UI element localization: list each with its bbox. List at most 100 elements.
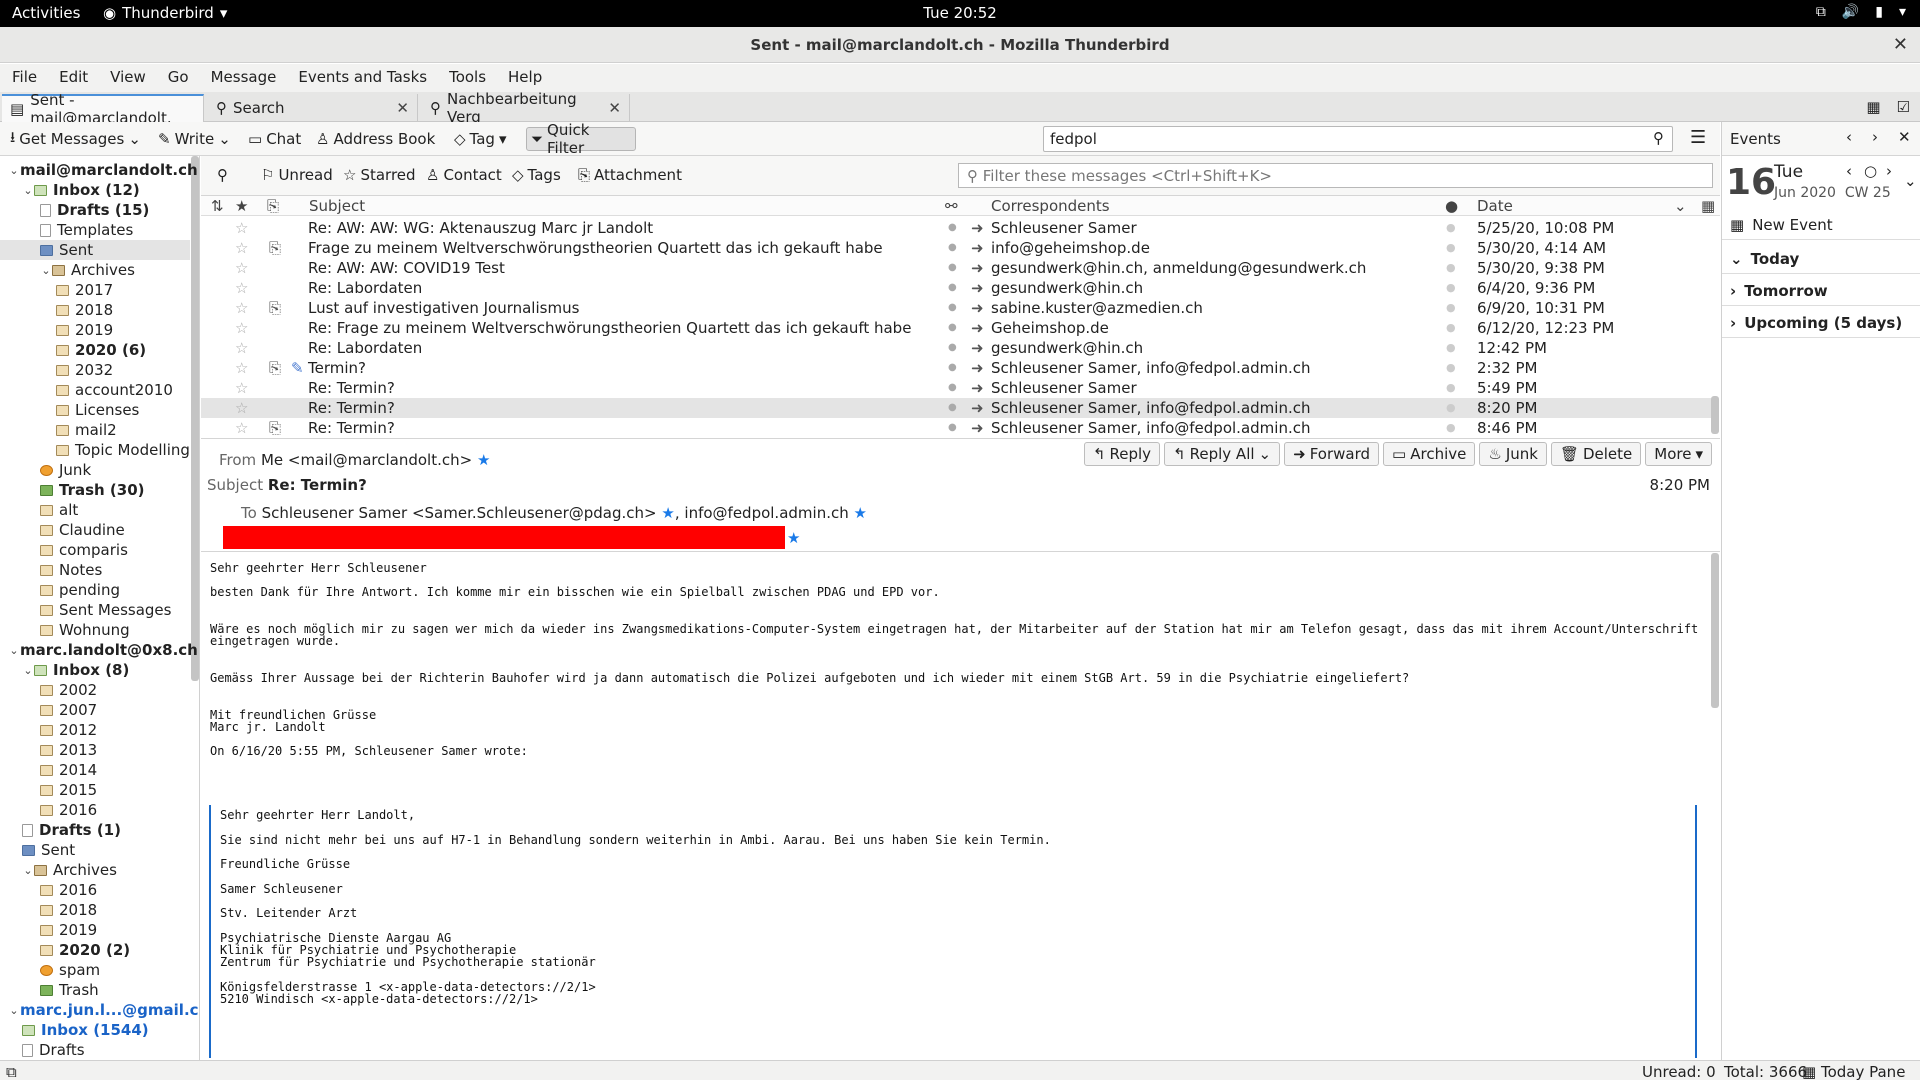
read-status-icon[interactable]: ● <box>948 422 957 433</box>
forwarded-icon[interactable]: ➜ <box>971 279 984 297</box>
clock[interactable]: Tue 20:52 <box>0 4 1920 22</box>
forwarded-icon[interactable]: ➜ <box>971 239 984 257</box>
subject-column-header[interactable]: Subject <box>309 197 365 215</box>
read-status-icon[interactable]: ● <box>948 282 957 293</box>
junk-status-icon[interactable]: ● <box>1446 221 1456 234</box>
forwarded-icon[interactable]: ➜ <box>971 399 984 417</box>
chevron-down-icon[interactable]: ⌄ <box>8 1004 20 1017</box>
star-icon[interactable]: ★ <box>787 529 800 547</box>
to-value[interactable]: Schleusener Samer <Samer.Schleusener@pda… <box>262 504 657 522</box>
system-tray[interactable]: ⧉ 🔊 ▮ ▾ <box>1816 4 1906 20</box>
menu-file[interactable]: File <box>12 64 49 92</box>
forwarded-icon[interactable]: ➜ <box>971 379 984 397</box>
forward-button[interactable]: ➜ Forward <box>1284 442 1380 466</box>
chevron-right-icon[interactable]: › <box>1872 128 1878 146</box>
filter-tags-button[interactable]: ◇ Tags <box>512 166 561 184</box>
star-icon[interactable]: ★ <box>661 504 674 522</box>
chevron-down-icon[interactable]: ⌄ <box>22 184 34 197</box>
message-row[interactable]: ☆ ● ➜ ● Re: Termin? Schleusener Samer, info@f… <box>201 398 1711 418</box>
folder-item[interactable]: 2019 <box>0 320 113 340</box>
paperclip-icon[interactable]: ⎘ <box>269 299 281 317</box>
folder-item[interactable]: Templates <box>0 220 133 240</box>
archive-button[interactable]: ▭ Archive <box>1383 442 1476 466</box>
read-status-icon[interactable]: ● <box>948 262 957 273</box>
folder-item[interactable]: 2018 <box>0 300 113 320</box>
folder-scrollbar[interactable] <box>191 156 199 681</box>
filter-attachment-button[interactable]: ⎘ Attachment <box>578 166 682 184</box>
read-status-icon[interactable]: ● <box>948 382 957 393</box>
folder-item[interactable]: Topic Modelling <box>0 440 190 460</box>
attachment-column-icon[interactable]: ⎘ <box>267 197 279 215</box>
junk-status-icon[interactable]: ● <box>1446 381 1456 394</box>
close-tab-icon[interactable]: ✕ <box>608 99 621 117</box>
message-row[interactable]: ☆ ⎘ ● ➜ ● ✎ Termin? Schleusener Samer, info@fed… <box>201 358 1711 378</box>
folder-item[interactable]: ⌄ Inbox (12) <box>0 180 139 200</box>
read-status-icon[interactable]: ● <box>948 322 957 333</box>
message-row[interactable]: ☆ ⎘ ● ➜ ● Frage zu meinem Weltverschwörungsth… <box>201 238 1711 258</box>
folder-item[interactable]: ⌄ mail@marclandolt.ch <box>0 160 197 180</box>
star-column-icon[interactable]: ★ <box>235 197 248 215</box>
folder-item[interactable]: Sent Messages <box>0 600 171 620</box>
message-row[interactable]: ☆ ● ➜ ● Re: AW: AW: COVID19 Test gesundwerk@h… <box>201 258 1711 278</box>
message-row[interactable]: ☆ ⎘ ● ➜ ● Re: Termin? Schleusener Samer, info@… <box>201 418 1711 438</box>
message-row[interactable]: ☆ ● ➜ ● Re: Termin? Schleusener Samer 5:49 PM <box>201 378 1711 398</box>
read-status-icon[interactable]: ● <box>948 222 957 233</box>
folder-item[interactable]: 2016 <box>0 800 97 820</box>
folder-item[interactable]: ⌄ Archives <box>0 260 135 280</box>
quick-filter-button[interactable]: ⏷ Quick Filter <box>526 121 636 157</box>
star-icon[interactable]: ★ <box>854 504 867 522</box>
delete-button[interactable]: 🗑 Delete <box>1550 442 1642 466</box>
address-book-button[interactable]: ♙ Address Book <box>312 127 439 151</box>
junk-status-icon[interactable]: ● <box>1446 361 1456 374</box>
menu-edit[interactable]: Edit <box>59 64 100 92</box>
folder-item[interactable]: spam <box>0 960 100 980</box>
star-icon[interactable]: ☆ <box>235 319 248 337</box>
junk-status-icon[interactable]: ● <box>1446 401 1456 414</box>
star-icon[interactable]: ★ <box>477 451 490 469</box>
menu-view[interactable]: View <box>110 64 158 92</box>
chevron-down-icon[interactable]: ⌄ <box>22 864 34 877</box>
from-value[interactable]: Me <mail@marclandolt.ch> <box>261 451 472 469</box>
forwarded-icon[interactable]: ➜ <box>971 299 984 317</box>
junk-status-icon[interactable]: ● <box>1446 241 1456 254</box>
chevron-down-icon[interactable]: ⌄ <box>8 164 20 177</box>
chevron-left-icon[interactable]: ‹ <box>1846 128 1852 146</box>
folder-item[interactable]: Junk <box>0 460 91 480</box>
message-body-scrollbar[interactable] <box>1711 553 1719 708</box>
reply-button[interactable]: ↰ Reply <box>1083 442 1161 466</box>
junk-status-icon[interactable]: ● <box>1446 281 1456 294</box>
star-icon[interactable]: ☆ <box>235 279 248 297</box>
sort-chevron-icon[interactable]: ⌄ <box>1674 197 1687 215</box>
folder-item[interactable]: 2016 <box>0 880 97 900</box>
message-row[interactable]: ☆ ● ➜ ● Re: AW: AW: WG: Aktenauszug Marc jr … <box>201 218 1711 238</box>
close-tab-icon[interactable]: ✕ <box>396 99 409 117</box>
folder-item[interactable]: Wohnung <box>0 620 130 640</box>
filter-messages-input[interactable]: ⚲ Filter these messages <Ctrl+Shift+K> <box>958 163 1713 188</box>
forwarded-icon[interactable]: ➜ <box>971 319 984 337</box>
global-search-input[interactable]: fedpol ⚲ <box>1043 126 1673 152</box>
chevron-down-icon[interactable]: ⌄ <box>218 130 231 148</box>
forwarded-icon[interactable]: ➜ <box>971 219 984 237</box>
folder-item[interactable]: 2020 (6) <box>0 340 146 360</box>
read-status-icon[interactable]: ● <box>948 242 957 253</box>
folder-item[interactable]: 2002 <box>0 680 97 700</box>
folder-item[interactable]: Trash (30) <box>0 480 145 500</box>
message-row[interactable]: ☆ ● ➜ ● Re: Frage zu meinem Weltverschwörung… <box>201 318 1711 338</box>
message-row[interactable]: ☆ ● ➜ ● Re: Labordaten gesundwerk@hin.ch 12:42… <box>201 338 1711 358</box>
menu-help[interactable]: Help <box>508 64 554 92</box>
star-icon[interactable]: ☆ <box>235 379 248 397</box>
column-picker-icon[interactable]: ▦ <box>1701 197 1715 215</box>
folder-item[interactable]: 2012 <box>0 720 97 740</box>
folder-item[interactable]: Licenses <box>0 400 139 420</box>
junk-button[interactable]: ♨ Junk <box>1479 442 1547 466</box>
chevron-down-icon[interactable]: ⌄ <box>1259 445 1272 463</box>
today-pane-toggle[interactable]: ▦ Today Pane <box>1802 1063 1905 1081</box>
close-icon[interactable]: ✕ <box>1898 128 1911 146</box>
folder-item[interactable]: ⌄ Inbox (8) <box>0 660 129 680</box>
read-status-icon[interactable]: ● <box>948 342 957 353</box>
paperclip-icon[interactable]: ⎘ <box>269 239 281 257</box>
star-icon[interactable]: ☆ <box>235 219 248 237</box>
folder-item[interactable]: 2020 (2) <box>0 940 130 960</box>
read-status-icon[interactable]: ● <box>948 302 957 313</box>
chevron-down-icon[interactable]: ⌄ <box>8 644 20 657</box>
